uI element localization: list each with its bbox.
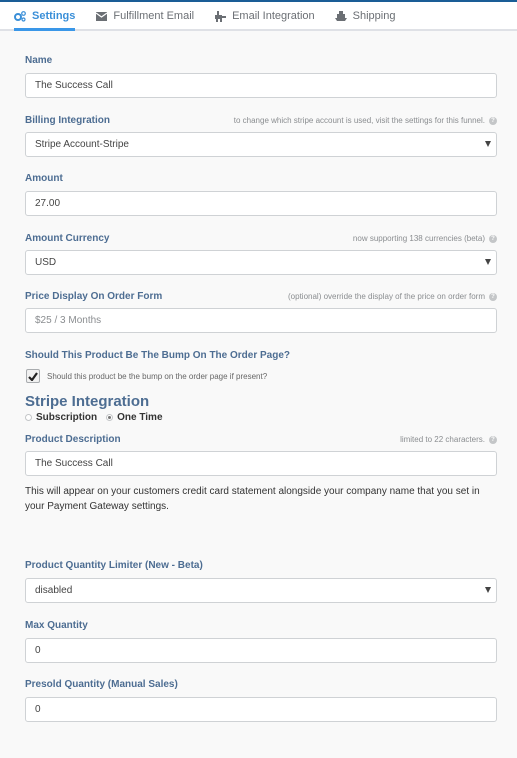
amount-field: Amount [25,173,497,216]
quantity-limiter-field: Product Quantity Limiter (New - Beta) di… [25,560,497,603]
amount-currency-select[interactable]: USD [25,250,497,275]
one-time-radio[interactable] [106,414,114,421]
caret-down-icon [485,141,491,147]
caret-down-icon [485,259,491,265]
tab-label: Fulfillment Email [113,10,195,22]
presold-quantity-field: Presold Quantity (Manual Sales) [25,679,497,722]
select-value: USD [25,250,497,275]
tab-label: Shipping [352,10,396,22]
amount-currency-label: Amount Currency [25,233,110,244]
presold-quantity-input[interactable] [25,697,497,722]
hint-text: now supporting 138 currencies (beta) [352,234,485,243]
caret-down-icon [485,587,491,593]
gears-icon [14,10,26,22]
quantity-limiter-select[interactable]: disabled [25,578,497,603]
amount-input[interactable] [25,191,497,216]
select-value: disabled [25,578,497,603]
stripe-integration-section: Stripe Integration Subscription One Time [25,393,497,423]
settings-form: Name Billing Integration to change which… [0,55,517,722]
one-time-radio-label[interactable]: One Time [117,412,162,423]
help-icon[interactable]: ? [489,292,497,301]
product-description-field: Product Description limited to 22 charac… [25,434,497,514]
price-display-input[interactable] [25,308,497,333]
tab-fulfillment-email[interactable]: Fulfillment Email [95,2,194,29]
hint-text: (optional) override the display of the p… [288,292,485,301]
name-label: Name [25,55,53,66]
price-display-field: Price Display On Order Form (optional) o… [25,291,497,333]
billing-integration-label: Billing Integration [25,115,110,126]
amount-currency-hint: now supporting 138 currencies (beta)? [353,234,497,243]
hint-text: to change which stripe account is used, … [233,116,485,125]
plug-icon [214,10,226,22]
help-icon[interactable]: ? [489,435,497,444]
tab-email-integration[interactable]: Email Integration [214,2,315,29]
stripe-integration-title: Stripe Integration [25,393,150,410]
presold-quantity-label: Presold Quantity (Manual Sales) [25,679,178,690]
billing-integration-field: Billing Integration to change which stri… [25,115,497,157]
max-quantity-label: Max Quantity [25,620,88,631]
product-description-hint: limited to 22 characters.? [400,435,497,444]
max-quantity-input[interactable] [25,638,497,663]
envelope-icon [95,10,107,22]
bump-label: Should This Product Be The Bump On The O… [25,350,291,361]
product-description-label: Product Description [25,434,121,445]
subscription-radio-label[interactable]: Subscription [36,412,97,423]
product-description-note: This will appear on your customers credi… [25,486,480,512]
amount-currency-field: Amount Currency now supporting 138 curre… [25,233,497,275]
name-field: Name [25,55,497,98]
select-value: Stripe Account-Stripe [25,132,497,157]
bump-checkbox[interactable] [26,369,40,383]
tab-label: Email Integration [232,10,315,22]
tab-settings[interactable]: Settings [14,2,76,31]
hint-text: limited to 22 characters. [400,435,485,444]
help-icon[interactable]: ? [489,116,497,125]
subscription-radio[interactable] [25,414,32,421]
billing-integration-hint: to change which stripe account is used, … [234,116,497,125]
max-quantity-field: Max Quantity [25,620,497,663]
billing-integration-select[interactable]: Stripe Account-Stripe [25,132,497,157]
name-input[interactable] [25,73,497,98]
bump-checkbox-label: Should this product be the bump on the o… [47,371,268,381]
quantity-limiter-label: Product Quantity Limiter (New - Beta) [25,560,203,571]
ship-icon [334,10,347,22]
price-display-label: Price Display On Order Form [25,291,163,302]
tab-shipping[interactable]: Shipping [334,2,396,29]
help-icon[interactable]: ? [489,234,497,243]
amount-label: Amount [25,173,63,184]
price-display-hint: (optional) override the display of the p… [288,292,497,301]
product-description-input[interactable] [25,451,497,476]
tab-bar: Settings Fulfillment Email Email Integra… [0,0,517,31]
tab-label: Settings [32,10,76,22]
bump-field: Should This Product Be The Bump On The O… [25,350,497,383]
checkmark-icon [28,371,38,381]
